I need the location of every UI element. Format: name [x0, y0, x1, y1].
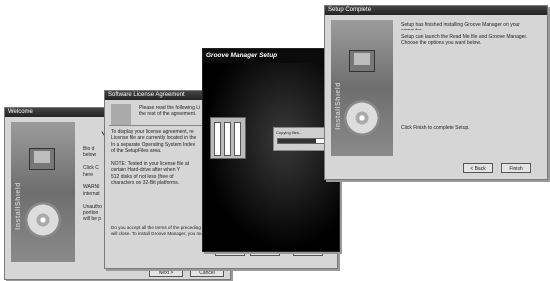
license-body: To display your license agreement, re Li… [111, 129, 197, 187]
complete-line-1: Setup has finished installing Groove Man… [401, 22, 520, 30]
gauge-3 [234, 122, 241, 156]
license-header-graphic [111, 104, 131, 126]
gauge-2 [224, 122, 231, 156]
finish-button[interactable]: Finish [501, 163, 531, 173]
welcome-side-panel: InstallShield [11, 122, 75, 262]
progress-window: Groove Manager Setup Copying files... [202, 48, 340, 252]
progress-bar-fill [278, 139, 317, 143]
cd-disc-icon [344, 100, 380, 136]
progress-bar [277, 138, 327, 144]
complete-side-panel: InstallShield [331, 20, 393, 156]
complete-line-2: Setup can launch the Read Me file and Gr… [401, 34, 528, 47]
cd-disc-icon [25, 202, 61, 238]
complete-window: Setup Complete InstallShield Setup has f… [324, 5, 548, 180]
gauge-1 [214, 122, 221, 156]
side-brand: InstallShield [335, 82, 342, 130]
back-button[interactable]: < Back [463, 163, 493, 173]
copy-dialog-text: Copying files... [276, 130, 303, 135]
copy-dialog: Copying files... [273, 127, 330, 151]
finish-instruction: Click Finish to complete Setup. [401, 125, 470, 131]
computer-icon [349, 50, 375, 72]
setup-gauges [210, 117, 246, 159]
progress-title: Groove Manager Setup [203, 49, 339, 63]
complete-title: Setup Complete [325, 6, 547, 15]
computer-icon [29, 148, 55, 170]
side-brand: InstallShield [15, 182, 22, 230]
